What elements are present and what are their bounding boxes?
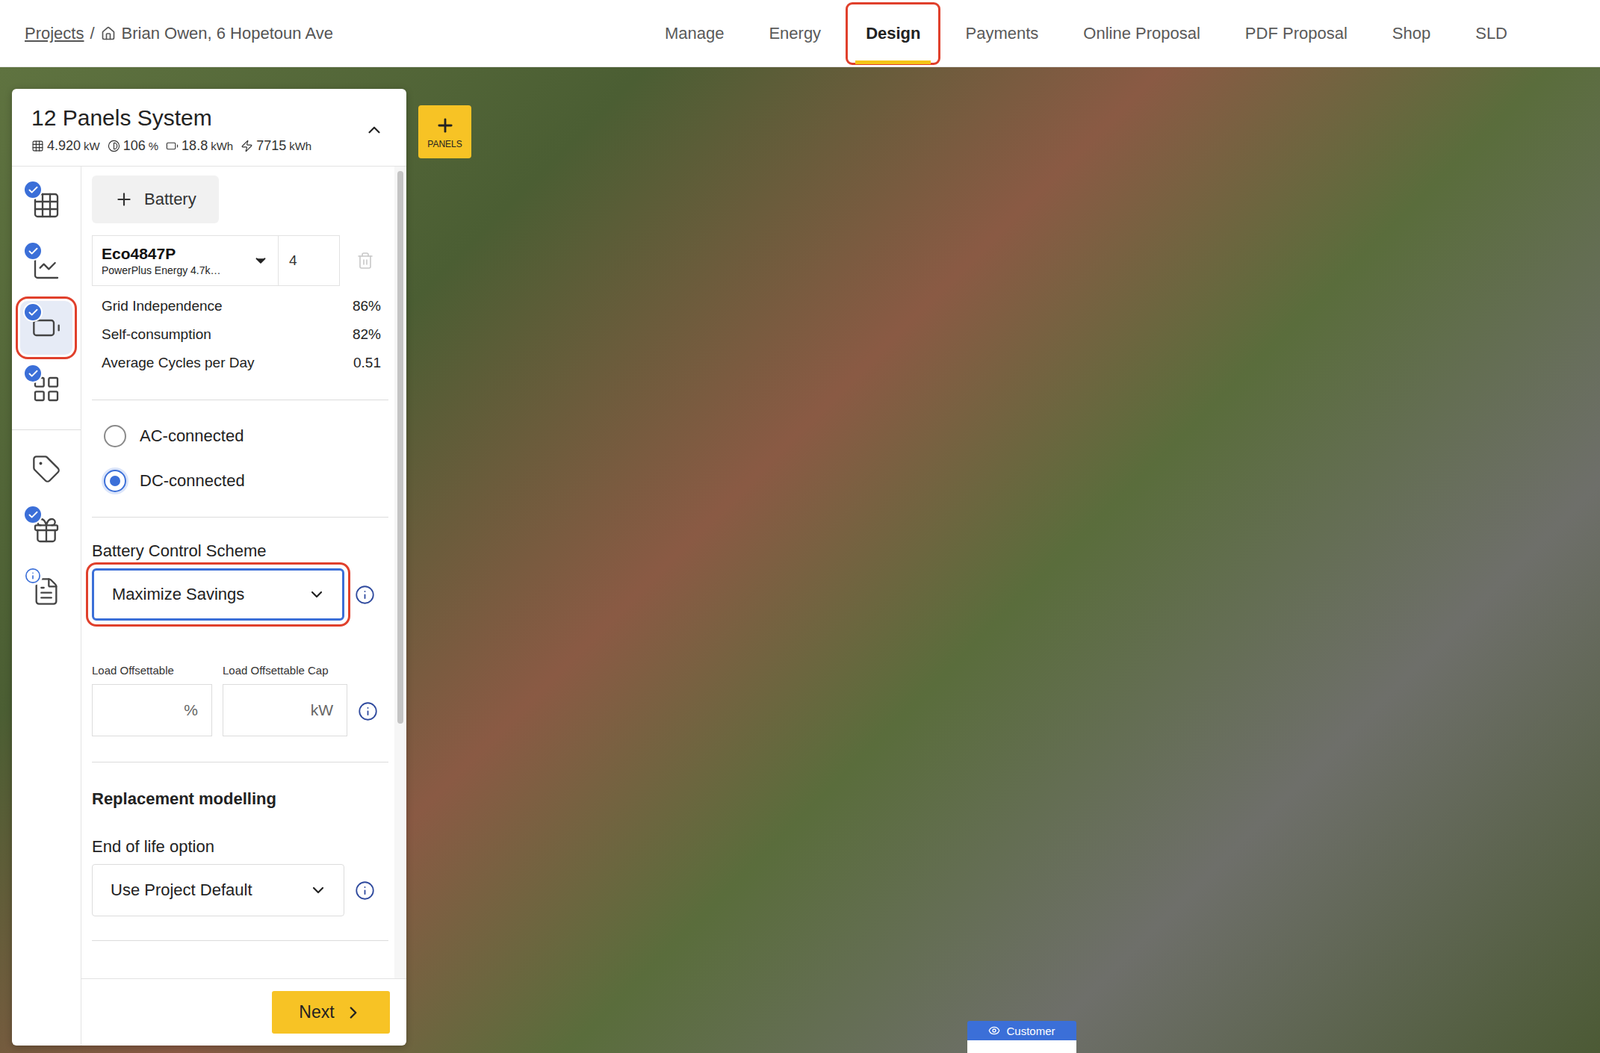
load-input[interactable]: kW — [222, 684, 348, 737]
rail-item[interactable] — [20, 503, 73, 558]
divider — [91, 516, 389, 518]
check-badge — [23, 363, 43, 384]
control-scheme-select[interactable]: Maximize Savings — [91, 568, 345, 621]
rail-separator — [11, 429, 81, 431]
check-icon — [27, 509, 39, 521]
system-size-icon — [31, 139, 45, 153]
delete-battery-button[interactable] — [356, 235, 375, 287]
chevron-down-icon — [307, 585, 326, 604]
battery-model-select[interactable]: Eco4847PPowerPlus Energy 4.7k… — [91, 235, 279, 287]
house-icon — [100, 26, 116, 42]
system-stats: 4.920kW 106% 18.8kWh 7715kWh — [31, 138, 315, 154]
connection-radio[interactable]: AC-connected — [91, 413, 389, 459]
info-badge — [23, 566, 43, 586]
info-icon — [354, 584, 375, 606]
check-icon — [27, 368, 39, 380]
price-tag-icon — [31, 454, 62, 485]
rail-item[interactable] — [20, 178, 73, 233]
next-button[interactable]: Next — [271, 991, 390, 1034]
load-field: Load Offsettable% — [91, 664, 213, 737]
battery-stats: Grid Independence86%Self-consumption82%A… — [91, 286, 389, 378]
info-icon — [357, 701, 378, 722]
divider — [91, 940, 389, 942]
info-icon — [354, 880, 375, 901]
app: Projects/ Brian Owen, 6 Hopetoun Ave Manag… — [0, 0, 1600, 1053]
check-badge — [23, 504, 43, 525]
tab[interactable]: Online Proposal — [1060, 0, 1223, 68]
check-badge — [23, 180, 43, 200]
dropdown-arrow-icon — [252, 252, 269, 269]
add-battery-button[interactable]: Battery — [91, 175, 219, 224]
chevron-down-icon — [309, 881, 328, 900]
battery-stat-row: Self-consumption82% — [101, 320, 381, 349]
control-scheme-label: Battery Control Scheme — [91, 541, 389, 561]
rail-item[interactable] — [20, 442, 73, 496]
system-stat: 18.8kWh — [165, 138, 234, 154]
breadcrumb-separator: / — [89, 23, 95, 44]
production-icon — [240, 139, 254, 153]
rail-item[interactable] — [20, 239, 73, 294]
check-icon — [27, 307, 39, 319]
view-mode-badge[interactable]: Customer — [967, 1021, 1077, 1053]
tab[interactable]: Design — [843, 0, 943, 68]
scrollbar-thumb[interactable] — [397, 171, 404, 724]
check-badge — [23, 241, 43, 261]
collapse-button[interactable] — [361, 117, 387, 143]
breadcrumb: Projects/ Brian Owen, 6 Hopetoun Ave — [24, 23, 334, 44]
rail-item[interactable] — [20, 564, 73, 619]
info-icon — [24, 567, 42, 585]
chevron-right-icon — [343, 1003, 364, 1023]
tab-bar: ManageEnergyDesignPaymentsOnline Proposa… — [642, 0, 1530, 68]
top-bar: Projects/ Brian Owen, 6 Hopetoun Ave Manag… — [0, 0, 1600, 68]
divider — [91, 761, 389, 763]
offset-icon — [107, 139, 121, 153]
chevron-up-icon — [364, 120, 384, 140]
system-header: 12 Panels System 4.920kW 106% 18.8kWh 7715kW… — [11, 88, 407, 167]
load-input[interactable]: % — [91, 684, 213, 737]
battery-quantity-input[interactable]: 4 — [278, 235, 340, 287]
check-badge — [23, 302, 43, 322]
radio-circle — [103, 425, 127, 448]
step-rail — [11, 166, 82, 1046]
tab[interactable]: SLD — [1452, 0, 1530, 68]
load-field: Load Offsettable CapkW — [222, 664, 348, 737]
replacement-title: Replacement modelling — [91, 789, 389, 809]
end-of-life-select[interactable]: Use Project Default — [91, 864, 345, 917]
divider — [91, 399, 389, 401]
rail-item[interactable] — [20, 362, 73, 417]
battery-stat-row: Average Cycles per Day0.51 — [101, 348, 381, 378]
panel-footer: Next — [81, 978, 407, 1046]
battery-settings: BatteryEco4847PPowerPlus Energy 4.7k…4Gr… — [81, 166, 395, 979]
scrollbar[interactable] — [394, 166, 407, 979]
check-icon — [27, 245, 39, 257]
battery-capacity-icon — [165, 139, 179, 153]
add-panels-button[interactable]: PANELS — [418, 105, 472, 159]
info-button[interactable] — [354, 584, 375, 606]
tab[interactable]: Payments — [942, 0, 1061, 68]
system-title: 12 Panels System — [31, 105, 315, 131]
system-stat: 106% — [107, 138, 159, 154]
tab[interactable]: Manage — [642, 0, 747, 68]
connection-radio[interactable]: DC-connected — [91, 458, 389, 504]
design-panel: 12 Panels System 4.920kW 106% 18.8kWh 7715kW… — [11, 88, 407, 1046]
projects-link[interactable]: Projects — [24, 23, 84, 44]
end-of-life-label: End of life option — [91, 837, 389, 857]
system-stat: 7715kWh — [240, 138, 312, 154]
system-stat: 4.920kW — [31, 138, 101, 154]
check-icon — [27, 184, 39, 196]
radio-circle — [103, 469, 127, 493]
info-button[interactable] — [354, 880, 375, 901]
tab[interactable]: PDF Proposal — [1222, 0, 1370, 68]
plus-icon — [114, 189, 134, 210]
tab[interactable]: Shop — [1369, 0, 1453, 68]
project-name: Brian Owen, 6 Hopetoun Ave — [121, 23, 334, 44]
eye-icon — [988, 1024, 1001, 1037]
tab[interactable]: Energy — [746, 0, 844, 68]
map-view[interactable]: 12 Panels System 4.920kW 106% 18.8kWh 7715kW… — [0, 67, 1600, 1053]
plus-icon — [434, 115, 456, 136]
battery-stat-row: Grid Independence86% — [101, 292, 381, 321]
trash-icon — [356, 251, 375, 270]
rail-item[interactable] — [20, 301, 73, 355]
info-button[interactable] — [357, 701, 378, 737]
